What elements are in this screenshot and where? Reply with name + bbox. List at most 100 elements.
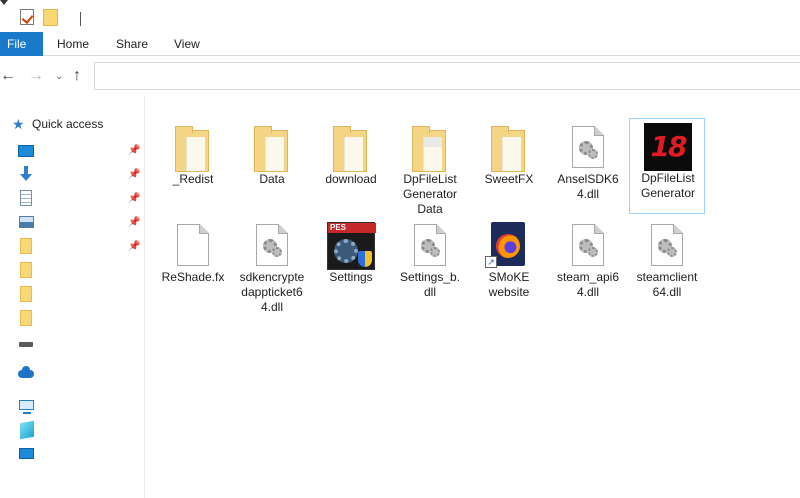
sidebar-item-documents[interactable] — [18, 190, 36, 208]
file-name: Data — [259, 172, 285, 186]
dll-file-icon — [256, 224, 288, 266]
navigation-bar: ← → ⌄ ↑ — [0, 58, 800, 94]
folder-icon — [412, 126, 446, 172]
file-item-sdkencryptedappticket64-dll[interactable]: sdkencryptedappticket64.dll — [234, 218, 310, 314]
sidebar-item-downloads[interactable] — [18, 166, 36, 184]
pin-icon[interactable]: 📌 — [128, 170, 140, 180]
app-icon-text: PES — [328, 223, 376, 233]
documents-icon — [20, 190, 32, 206]
file-name: SMoKE website — [488, 270, 530, 299]
pin-icon[interactable]: 📌 — [128, 242, 140, 252]
file-item-sweetfx[interactable]: SweetFX — [471, 120, 547, 216]
star-icon: ★ — [12, 116, 25, 132]
file-item-anselsdk64-dll[interactable]: AnselSDK64.dll — [550, 120, 626, 216]
sidebar-item-folder[interactable] — [18, 262, 36, 280]
file-name: Settings_b.dll — [399, 270, 461, 299]
file-name: steamclient64.dll — [636, 270, 698, 299]
uac-shield-icon — [358, 251, 372, 267]
pin-icon[interactable]: 📌 — [128, 194, 140, 204]
up-arrow-icon[interactable]: ↑ — [73, 68, 81, 84]
dll-file-icon — [651, 224, 683, 266]
sidebar-item-label: Quick access — [32, 117, 104, 131]
desktop-icon — [19, 448, 34, 459]
ribbon-tabs: File Home Share View — [0, 32, 800, 56]
this-pc-icon — [19, 400, 34, 414]
folder-icon — [254, 126, 288, 172]
dll-file-icon — [414, 224, 446, 266]
gear-icon — [588, 149, 598, 159]
app-icon-text: 18 — [650, 130, 688, 163]
folder-icon — [20, 262, 32, 278]
gear-icon — [272, 247, 282, 257]
sidebar-item-folder[interactable] — [18, 310, 36, 328]
sidebar-item-this-pc[interactable] — [18, 398, 36, 416]
sidebar-item-folder[interactable] — [18, 238, 36, 256]
file-name: ReShade.fx — [161, 270, 225, 284]
navigation-pane: ★ Quick access 📌 📌 📌 📌 📌 — [0, 96, 145, 498]
downloads-icon — [20, 166, 32, 182]
tab-home[interactable]: Home — [57, 32, 89, 56]
file-item-dpfilelistgeneratordata[interactable]: DpFileListGeneratorData — [392, 120, 468, 216]
address-bar[interactable] — [94, 62, 800, 90]
file-name: Settings — [329, 270, 373, 284]
customize-toolbar-chevron-icon[interactable] — [0, 0, 8, 5]
file-item-reshade-fx[interactable]: ReShade.fx — [155, 218, 231, 314]
folder-icon — [175, 126, 209, 172]
tab-view[interactable]: View — [174, 32, 200, 56]
pictures-icon — [19, 216, 34, 228]
file-name: AnselSDK64.dll — [557, 172, 619, 201]
shortcut-arrow-icon: ↗ — [485, 256, 497, 268]
drive-icon — [19, 342, 33, 347]
onedrive-icon — [18, 366, 34, 378]
file-name: DpFileList Generator — [640, 171, 696, 200]
file-item-dpfilelist-generator[interactable]: 18 DpFileList Generator — [629, 118, 705, 214]
file-item-redist[interactable]: _Redist — [155, 120, 231, 216]
gear-icon — [334, 239, 358, 263]
folder-icon — [333, 126, 367, 172]
sidebar-item-drive[interactable] — [18, 336, 36, 354]
app-18-icon: 18 — [644, 123, 692, 171]
file-name: SweetFX — [484, 172, 534, 186]
sidebar-item-pictures[interactable] — [18, 214, 36, 232]
back-arrow-icon[interactable]: ← — [0, 68, 16, 84]
firefox-icon — [496, 234, 520, 258]
sidebar-item-folder[interactable] — [18, 286, 36, 304]
file-name: download — [325, 172, 377, 186]
file-item-steam-api64-dll[interactable]: steam_api64.dll — [550, 218, 626, 314]
properties-icon[interactable] — [20, 9, 34, 25]
file-name: sdkencryptedappticket64.dll — [239, 270, 305, 314]
file-item-steamclient64-dll[interactable]: steamclient64.dll — [629, 218, 705, 314]
pes-settings-icon: PES — [327, 222, 376, 270]
pin-icon[interactable]: 📌 — [128, 146, 140, 156]
file-item-settings-b-dll[interactable]: Settings_b.dll — [392, 218, 468, 314]
recent-locations-chevron-icon[interactable]: ⌄ — [55, 69, 63, 85]
file-item-smoke-website[interactable]: ↗ SMoKE website — [471, 218, 547, 314]
folder-icon — [20, 286, 32, 302]
pin-icon[interactable]: 📌 — [128, 218, 140, 228]
file-item-settings[interactable]: PES Settings — [313, 218, 389, 314]
file-icon — [177, 224, 209, 266]
dll-file-icon — [572, 126, 604, 168]
toolbar-divider — [80, 12, 81, 26]
sidebar-item-onedrive[interactable] — [18, 366, 36, 384]
file-name: _Redist — [172, 172, 214, 186]
sidebar-item-desktop[interactable] — [18, 446, 36, 464]
tab-file[interactable]: File — [0, 32, 43, 56]
tab-share[interactable]: Share — [116, 32, 148, 56]
gear-icon — [430, 247, 440, 257]
file-item-download[interactable]: download — [313, 120, 389, 216]
folder-icon — [20, 238, 32, 254]
folder-icon — [491, 126, 525, 172]
dll-file-icon — [572, 224, 604, 266]
folder-icon — [20, 310, 32, 326]
forward-arrow-icon[interactable]: → — [28, 68, 44, 84]
title-bar — [0, 0, 800, 32]
file-item-data[interactable]: Data — [234, 120, 310, 216]
file-name: DpFileListGeneratorData — [402, 172, 458, 216]
sidebar-item-desktop[interactable] — [18, 142, 36, 160]
gear-icon — [667, 247, 677, 257]
file-list: _Redist Data download DpFileListGenerato… — [146, 96, 800, 498]
sidebar-item-3d-objects[interactable] — [18, 420, 36, 440]
new-folder-icon[interactable] — [43, 9, 58, 26]
desktop-icon — [18, 145, 34, 157]
